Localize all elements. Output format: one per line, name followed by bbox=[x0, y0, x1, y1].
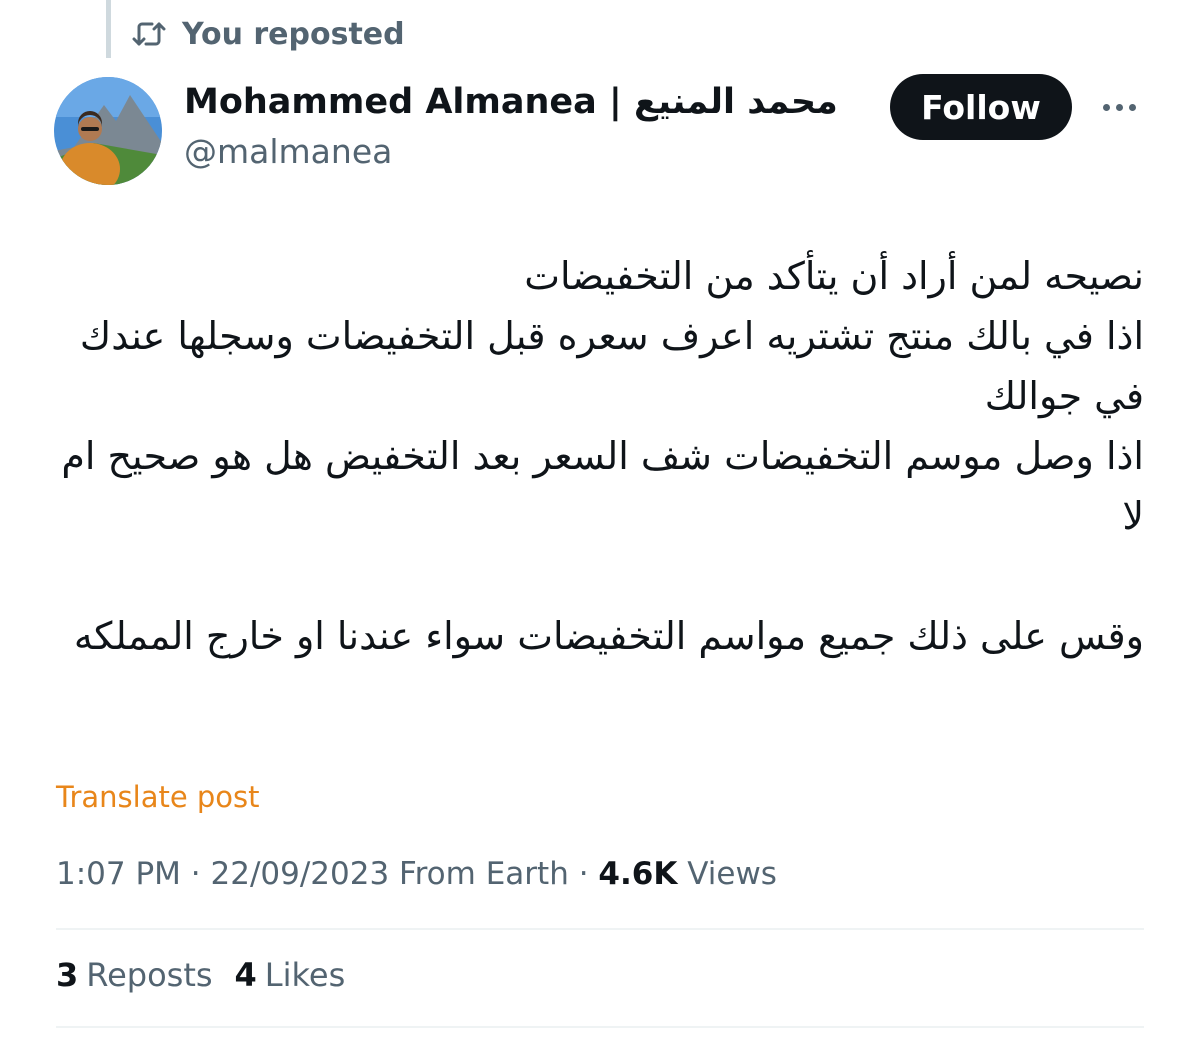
thread-line bbox=[106, 0, 111, 58]
more-dots-icon[interactable] bbox=[1096, 90, 1142, 124]
engagement-stats: 3 Reposts 4 Likes bbox=[56, 956, 345, 994]
reposts-stat[interactable]: 3 Reposts bbox=[56, 956, 213, 994]
follow-button[interactable]: Follow bbox=[890, 74, 1072, 140]
post-body: نصيحه لمن أراد أن يتأكد من التخفيضات اذا… bbox=[56, 246, 1144, 666]
post-meta: 1:07 PM · 22/09/2023 From Earth · 4.6K V… bbox=[56, 856, 777, 892]
views-label: Views bbox=[687, 856, 777, 892]
likes-label: Likes bbox=[264, 956, 346, 994]
post-paragraph: وقس على ذلك جميع مواسم التخفيضات سواء عن… bbox=[73, 614, 1144, 658]
meta-separator: · bbox=[578, 856, 599, 892]
likes-stat[interactable]: 4 Likes bbox=[235, 956, 346, 994]
divider bbox=[56, 1026, 1144, 1028]
author-display-name[interactable]: Mohammed Almanea | محمد المنيع bbox=[184, 82, 838, 122]
repost-label: You reposted bbox=[182, 16, 405, 52]
views-count: 4.6K bbox=[598, 856, 678, 892]
reposts-count: 3 bbox=[56, 956, 79, 994]
translate-post-link[interactable]: Translate post bbox=[56, 780, 260, 814]
tweet-view: You reposted Mohammed Almanea | محمد الم… bbox=[0, 0, 1200, 1046]
post-source: From Earth bbox=[399, 856, 569, 892]
post-time[interactable]: 1:07 PM bbox=[56, 856, 181, 892]
avatar[interactable] bbox=[54, 77, 162, 185]
repost-icon bbox=[132, 19, 166, 49]
meta-separator: · bbox=[190, 856, 211, 892]
divider bbox=[56, 928, 1144, 930]
post-date[interactable]: 22/09/2023 bbox=[211, 856, 390, 892]
post-paragraph: نصيحه لمن أراد أن يتأكد من التخفيضات اذا… bbox=[61, 254, 1144, 538]
repost-banner: You reposted bbox=[132, 14, 405, 54]
author-handle[interactable]: @malmanea bbox=[184, 132, 392, 171]
reposts-label: Reposts bbox=[86, 956, 213, 994]
likes-count: 4 bbox=[234, 956, 257, 994]
